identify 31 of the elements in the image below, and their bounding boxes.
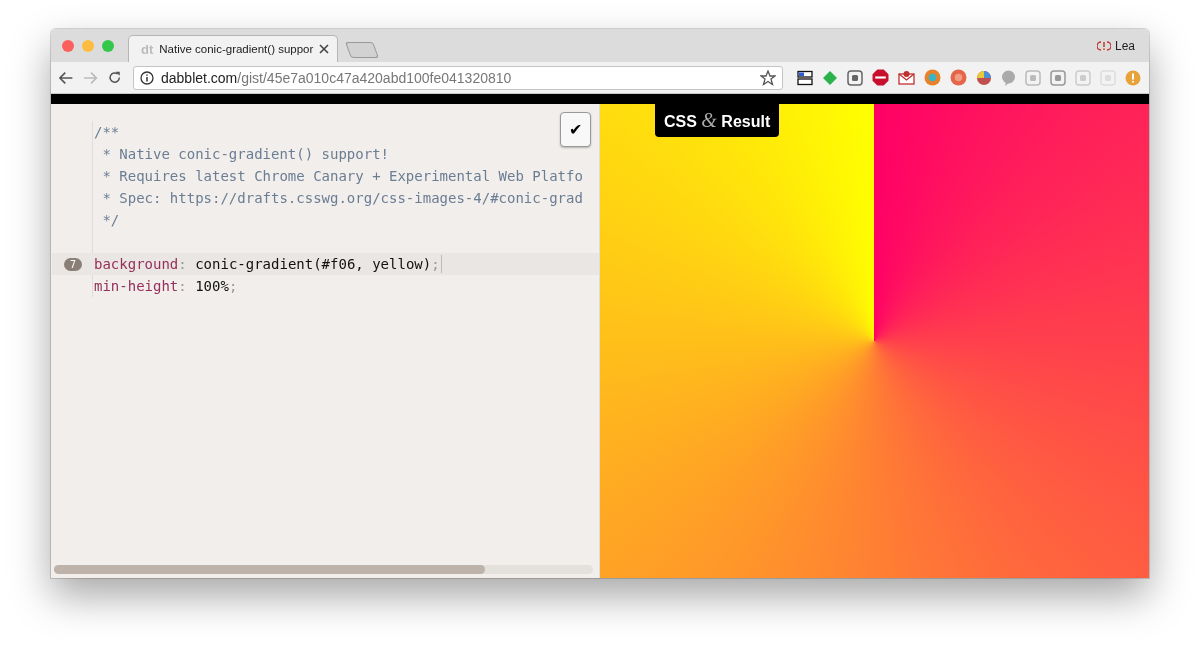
sync-error-icon[interactable]: [1096, 39, 1111, 52]
line-number: 7: [64, 257, 82, 271]
horizontal-scrollbar[interactable]: [54, 565, 593, 574]
tab-title: Native conic-gradient() suppor: [159, 43, 314, 55]
code-comment: * Native conic-gradient() support!: [101, 146, 389, 162]
back-icon[interactable]: [59, 70, 74, 85]
code-comment: * Spec: https://drafts.csswg.org/css-images-4/#conic-grad: [101, 190, 583, 206]
text-cursor: [440, 255, 442, 273]
pie-icon[interactable]: [976, 69, 992, 86]
forward-icon[interactable]: [83, 70, 98, 85]
stop-sign-icon[interactable]: [872, 69, 889, 86]
code-declaration: min-height: 100%;: [94, 278, 238, 294]
code-comment: * Requires latest Chrome Canary + Experimental Web Platfo: [101, 168, 583, 184]
close-icon[interactable]: [319, 44, 330, 54]
reload-icon[interactable]: [107, 70, 121, 85]
envelope-icon[interactable]: [898, 70, 915, 85]
apply-button[interactable]: ✔: [560, 112, 591, 147]
bookmark-star-icon[interactable]: [760, 69, 776, 86]
code-declaration: background: conic-gradient(#f06, yellow);: [94, 256, 440, 272]
warning-icon[interactable]: [1125, 69, 1141, 86]
maximize-icon[interactable]: [102, 39, 114, 52]
code-comment: */: [101, 212, 120, 228]
address-bar[interactable]: dabblet.com/gist/45e7a010c47a420abd100fe041320810: [133, 65, 783, 90]
code-editor[interactable]: [51, 104, 600, 578]
extension-icon[interactable]: [797, 69, 813, 86]
view-toggle-button[interactable]: CSS & Result: [655, 104, 780, 137]
new-tab-button[interactable]: [345, 42, 380, 58]
code-comment: /**: [94, 124, 120, 140]
speech-bubble-icon[interactable]: [1001, 69, 1016, 86]
info-icon[interactable]: [140, 70, 154, 85]
profile-name[interactable]: Lea: [1114, 38, 1135, 53]
